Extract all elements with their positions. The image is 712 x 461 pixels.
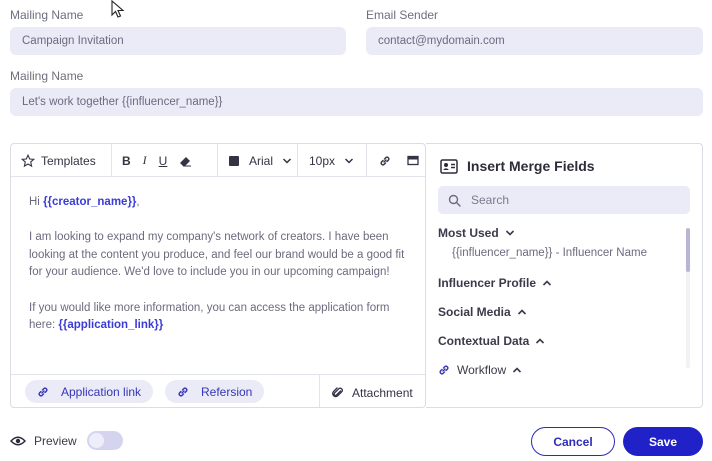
link-icon xyxy=(439,365,449,375)
preview-control: Preview xyxy=(10,431,123,450)
section-label: Influencer Profile xyxy=(438,276,537,290)
section-label: Social Media xyxy=(438,305,511,319)
eye-icon xyxy=(10,436,26,445)
templates-button[interactable]: Templates xyxy=(11,144,112,177)
section-label: Workflow xyxy=(457,363,507,377)
merge-tag-application-link[interactable]: {{application_link}} xyxy=(58,319,163,331)
toggle-knob xyxy=(88,433,104,448)
chevron-down-icon xyxy=(505,230,514,236)
templates-label: Templates xyxy=(41,153,96,168)
font-value: Arial xyxy=(249,153,274,168)
color-swatch-icon[interactable] xyxy=(229,155,239,166)
image-icon[interactable] xyxy=(407,155,419,166)
star-icon xyxy=(21,153,35,167)
chevron-up-icon xyxy=(536,338,545,344)
email-body[interactable]: Hi {{creator_name}}, I am looking to exp… xyxy=(29,194,407,352)
bold-icon[interactable]: B xyxy=(122,154,131,168)
save-button[interactable]: Save xyxy=(623,427,703,456)
chevron-down-icon xyxy=(282,157,292,164)
chevron-down-icon xyxy=(345,157,354,164)
section-workflow[interactable]: Workflow xyxy=(438,363,522,377)
section-influencer-profile[interactable]: Influencer Profile xyxy=(438,276,552,290)
section-label: Most Used xyxy=(438,226,499,240)
search-placeholder: Search xyxy=(471,193,510,207)
email-editor: Templates B I U Arial 10px Hi {{creator_… xyxy=(10,143,426,408)
font-size-value: 10px xyxy=(309,153,336,168)
cancel-button[interactable]: Cancel xyxy=(531,427,615,456)
eraser-icon[interactable] xyxy=(179,155,192,167)
mailing-name-field[interactable]: Campaign Invitation xyxy=(10,27,346,55)
chevron-up-icon xyxy=(517,309,526,315)
font-size-select[interactable]: 10px xyxy=(298,144,367,177)
application-link-label: Application link xyxy=(61,384,142,399)
attachment-button[interactable]: Attachment xyxy=(319,375,425,407)
email-sender-label: Email Sender xyxy=(366,8,439,22)
merge-search-input[interactable]: Search xyxy=(438,186,690,214)
section-most-used[interactable]: Most Used xyxy=(438,226,515,240)
font-select[interactable]: Arial xyxy=(218,144,298,177)
editor-bottom-bar: Application link Refersion Attachment xyxy=(11,374,425,407)
chevron-up-icon xyxy=(542,280,552,286)
underline-icon[interactable]: U xyxy=(159,154,168,168)
paperclip-icon xyxy=(332,387,343,398)
search-icon xyxy=(448,194,461,207)
chevron-up-icon xyxy=(513,367,522,373)
greeting-end: , xyxy=(136,196,140,208)
mouse-cursor-icon xyxy=(111,0,125,18)
format-group: B I U xyxy=(112,144,218,177)
section-label: Contextual Data xyxy=(438,334,530,348)
paragraph-2: If you would like more information, you … xyxy=(29,300,407,335)
section-social-media[interactable]: Social Media xyxy=(438,305,527,319)
attachment-label: Attachment xyxy=(352,385,413,400)
merge-fields-panel: Insert Merge Fields Search Most Used {{i… xyxy=(426,143,703,408)
greeting-text: Hi xyxy=(29,196,44,208)
insert-group xyxy=(367,144,425,177)
merge-fields-title: Insert Merge Fields xyxy=(467,158,595,174)
application-link-button[interactable]: Application link xyxy=(25,380,154,403)
paragraph-1: I am looking to expand my company's netw… xyxy=(29,231,405,279)
panel-scrollbar-thumb[interactable] xyxy=(686,228,690,272)
link-icon[interactable] xyxy=(379,155,391,167)
link-icon xyxy=(38,387,48,396)
refersion-button[interactable]: Refersion xyxy=(165,380,265,403)
mailing-name-label: Mailing Name xyxy=(10,8,84,22)
refersion-label: Refersion xyxy=(201,384,253,399)
italic-icon[interactable]: I xyxy=(143,153,147,168)
merge-tag-creator-name[interactable]: {{creator_name}} xyxy=(43,196,136,208)
subject-field[interactable]: Let's work together {{influencer_name}} xyxy=(10,88,703,116)
editor-toolbar: Templates B I U Arial 10px xyxy=(11,144,425,177)
merge-item-influencer-name[interactable]: {{influencer_name}} - Influencer Name xyxy=(452,247,647,259)
contact-card-icon xyxy=(440,159,458,174)
section-contextual-data[interactable]: Contextual Data xyxy=(438,334,545,348)
preview-label: Preview xyxy=(34,433,77,448)
preview-toggle[interactable] xyxy=(86,431,123,450)
link-icon xyxy=(178,387,188,396)
greeting-line: Hi {{creator_name}}, xyxy=(29,194,407,212)
email-sender-field[interactable]: contact@mydomain.com xyxy=(366,27,703,55)
subject-label: Mailing Name xyxy=(10,69,84,83)
